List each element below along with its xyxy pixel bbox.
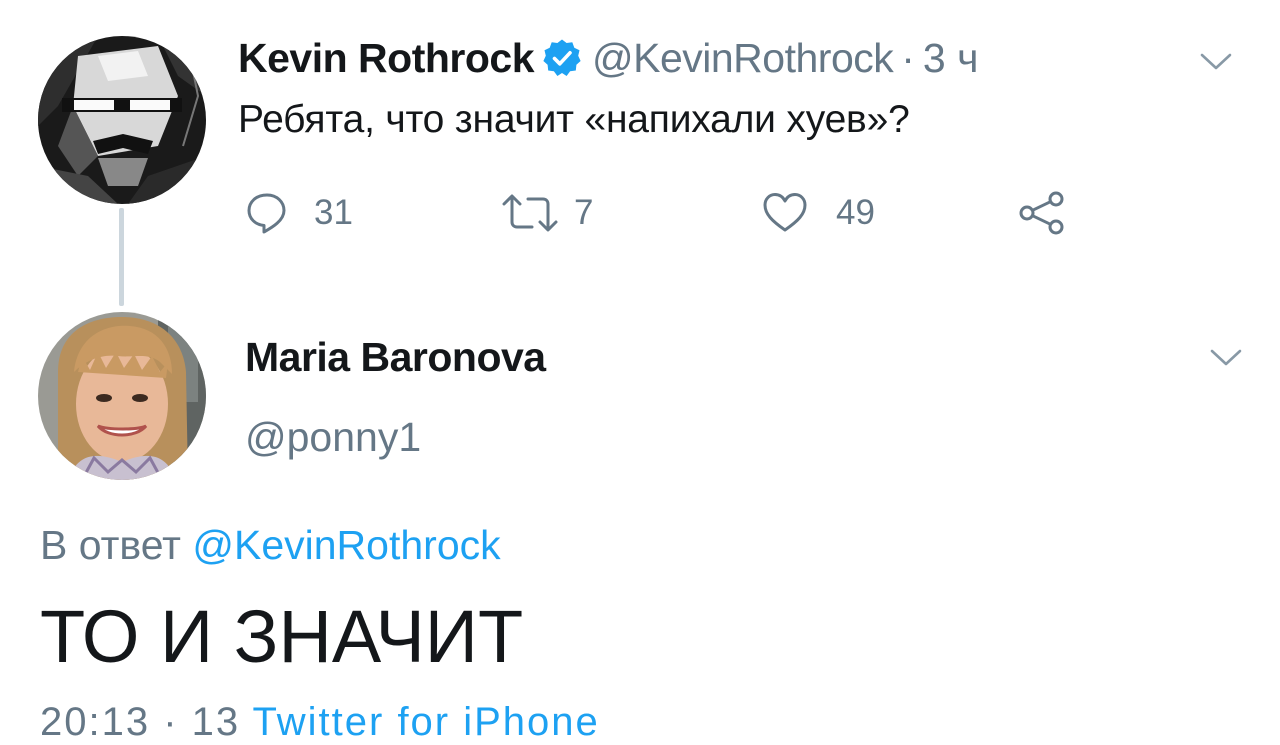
tweet-author-name[interactable]: Kevin Rothrock bbox=[238, 35, 535, 82]
retweet-button[interactable]: 7 bbox=[500, 190, 593, 236]
header-separator: · bbox=[901, 34, 915, 81]
in-reply-to: В ответ @KevinRothrock bbox=[40, 522, 501, 569]
reply-meta-source-link[interactable]: Twitter for iPhone bbox=[253, 700, 600, 744]
tweet-text: Ребята, что значит «напихали хуев»? bbox=[238, 98, 910, 141]
reply-count: 31 bbox=[314, 193, 353, 232]
like-count: 49 bbox=[836, 193, 875, 232]
reply-button[interactable]: 31 bbox=[244, 190, 353, 236]
reply-meta-time: 20:13 · 13 bbox=[40, 700, 241, 744]
share-nodes-icon bbox=[1017, 190, 1067, 236]
like-button[interactable]: 49 bbox=[762, 190, 875, 236]
in-reply-prefix: В ответ bbox=[40, 522, 181, 568]
retweet-arrows-icon bbox=[500, 190, 560, 236]
reply-author-name[interactable]: Maria Baronova bbox=[245, 334, 546, 381]
maria-avatar[interactable] bbox=[38, 312, 206, 480]
tweet-menu-chevron-down-icon[interactable] bbox=[1199, 52, 1233, 72]
tweet-timestamp[interactable]: 3 ч bbox=[923, 35, 979, 82]
kevin-avatar[interactable] bbox=[38, 36, 206, 204]
heart-outline-icon bbox=[762, 190, 808, 236]
reply-text: ТО И ЗНАЧИТ bbox=[40, 595, 524, 678]
tweet-action-bar: 31 7 49 bbox=[244, 190, 1074, 236]
share-button[interactable] bbox=[1017, 190, 1067, 236]
retweet-count: 7 bbox=[574, 193, 594, 232]
tweet-header: Kevin Rothrock @KevinRothrock · 3 ч bbox=[238, 32, 978, 84]
verified-badge-icon bbox=[542, 38, 582, 78]
reply-author-handle[interactable]: @ponny1 bbox=[245, 414, 421, 461]
reply-meta-partial: 20:13 · 13 Twitter for iPhone bbox=[40, 700, 600, 745]
thread-connector-line bbox=[119, 208, 124, 306]
reply-menu-chevron-down-icon[interactable] bbox=[1209, 348, 1243, 368]
in-reply-mention-link[interactable]: @KevinRothrock bbox=[192, 522, 500, 568]
speech-bubble-icon bbox=[244, 190, 290, 236]
tweet-author-handle[interactable]: @KevinRothrock bbox=[592, 35, 894, 82]
